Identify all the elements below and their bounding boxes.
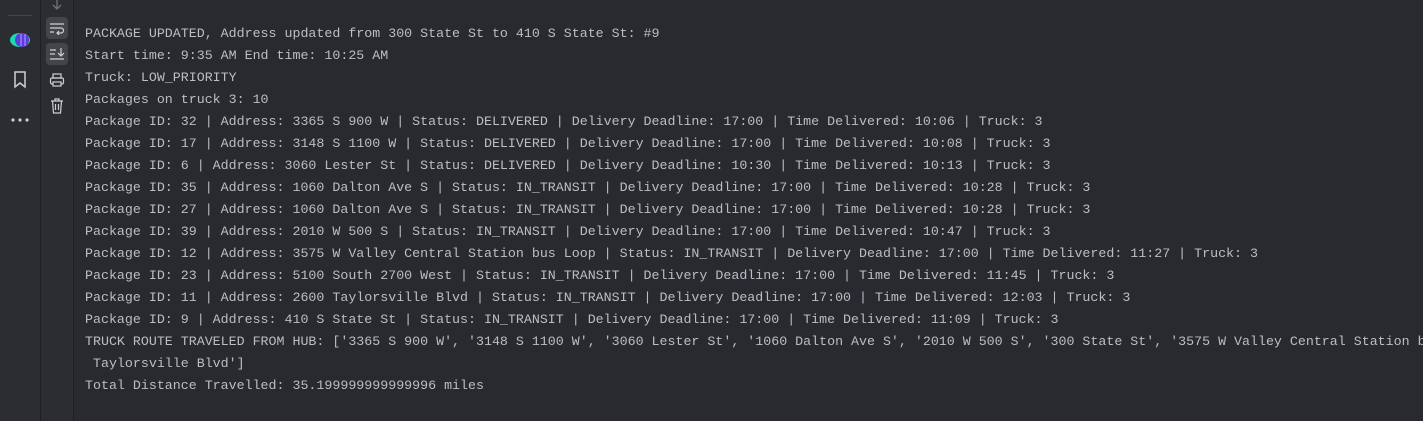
more-icon[interactable]: [8, 112, 32, 128]
left-tool-strip: [0, 0, 41, 421]
console-line: Package ID: 6 | Address: 3060 Lester St …: [85, 158, 1051, 173]
console-line: TRUCK ROUTE TRAVELED FROM HUB: ['3365 S …: [85, 334, 1423, 349]
divider: [8, 15, 32, 16]
soft-wrap-icon[interactable]: [46, 17, 68, 39]
console-line: Package ID: 11 | Address: 2600 Taylorsvi…: [85, 290, 1131, 305]
bookmark-icon[interactable]: [11, 71, 29, 89]
console-line: Package ID: 17 | Address: 3148 S 1100 W …: [85, 136, 1051, 151]
print-icon[interactable]: [46, 69, 68, 91]
ide-window: PACKAGE UPDATED, Address updated from 30…: [0, 0, 1423, 421]
console-line: PACKAGE UPDATED, Address updated from 30…: [85, 26, 660, 41]
console-lines: PACKAGE UPDATED, Address updated from 30…: [85, 23, 1423, 397]
console-line: Taylorsville Blvd']: [85, 356, 245, 371]
console-line: Package ID: 12 | Address: 3575 W Valley …: [85, 246, 1258, 261]
scroll-down-icon[interactable]: [46, 0, 68, 16]
console-line: Package ID: 35 | Address: 1060 Dalton Av…: [85, 180, 1091, 195]
trash-icon[interactable]: [46, 95, 68, 117]
console-line: Package ID: 9 | Address: 410 S State St …: [85, 312, 1059, 327]
console-output[interactable]: PACKAGE UPDATED, Address updated from 30…: [74, 0, 1423, 421]
console-line: Package ID: 32 | Address: 3365 S 900 W |…: [85, 114, 1043, 129]
console-line: Packages on truck 3: 10: [85, 92, 269, 107]
plugin-logo-icon[interactable]: [9, 32, 31, 48]
console-toolbar: [41, 0, 74, 421]
scroll-to-end-icon[interactable]: [46, 43, 68, 65]
console-line: Package ID: 27 | Address: 1060 Dalton Av…: [85, 202, 1091, 217]
console-line: Package ID: 23 | Address: 5100 South 270…: [85, 268, 1115, 283]
console-line: Start time: 9:35 AM End time: 10:25 AM: [85, 48, 389, 63]
console-line: Package ID: 39 | Address: 2010 W 500 S |…: [85, 224, 1051, 239]
console-line: Truck: LOW_PRIORITY: [85, 70, 237, 85]
console-line: Total Distance Travelled: 35.19999999999…: [85, 378, 484, 393]
